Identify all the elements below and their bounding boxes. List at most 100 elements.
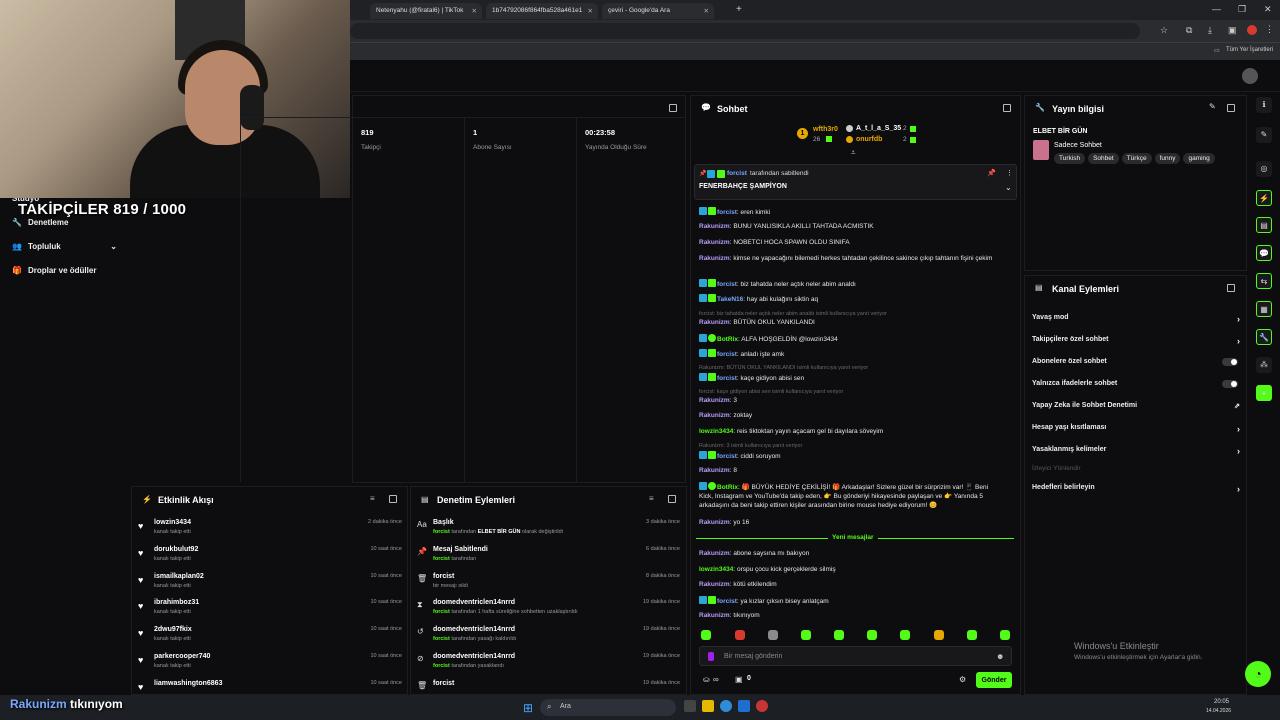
link-icon[interactable]: ⇆ xyxy=(1256,273,1272,289)
maximize-icon[interactable]: ❐ xyxy=(1238,4,1246,15)
close-icon[interactable]: ✕ xyxy=(472,7,477,15)
mod-action-name[interactable]: doomedventriclen14nrrd xyxy=(433,626,515,633)
mod-user[interactable]: forcist xyxy=(433,609,450,615)
new-tab-icon[interactable]: + xyxy=(736,4,742,15)
app-icon[interactable] xyxy=(756,700,768,712)
minimize-icon[interactable]: — xyxy=(1212,4,1221,14)
chat-username[interactable]: forcist xyxy=(717,351,737,358)
mic-icon[interactable] xyxy=(708,652,714,661)
account-age-row[interactable]: Hesap yaşı kısıtlaması › xyxy=(1032,424,1240,434)
mod-action-name[interactable]: forcist xyxy=(433,680,454,687)
send-button[interactable]: Gönder xyxy=(976,672,1012,688)
follower-name[interactable]: ibrahimboz31 xyxy=(154,599,199,606)
unpin-icon[interactable]: 📌 xyxy=(987,169,996,177)
banned-words-row[interactable]: Yasaklanmış kelimeler › xyxy=(1032,446,1240,456)
popout-icon[interactable] xyxy=(389,495,397,503)
wrench-icon[interactable]: 🔧 xyxy=(1256,329,1272,345)
goals-row[interactable]: Hedefleri belirleyin › xyxy=(1032,484,1240,494)
extensions-icon[interactable]: ⧉ xyxy=(1186,25,1192,36)
camera-icon[interactable]: ◎ xyxy=(1256,161,1272,177)
star-icon[interactable]: ☆ xyxy=(1160,25,1168,36)
mod-action-name[interactable]: forcist xyxy=(433,573,454,580)
sidebar-icon[interactable]: ▣ xyxy=(1228,25,1237,36)
task-view-icon[interactable] xyxy=(684,700,696,712)
chat-username[interactable]: Rakunizm xyxy=(699,319,730,326)
mod-action-name[interactable]: doomedventriclen14nrrd xyxy=(433,599,515,606)
download-icon[interactable]: ⤓ xyxy=(1208,25,1212,36)
chat-username[interactable]: forcist xyxy=(717,453,737,460)
mod-action-name[interactable]: doomedventriclen14nrrd xyxy=(433,653,515,660)
follower-name[interactable]: 2dwu97fkix xyxy=(154,626,192,633)
followers-only-row[interactable]: Takipçilere özel sohbet › xyxy=(1032,336,1240,346)
popout-icon[interactable] xyxy=(1227,104,1235,112)
follower-name[interactable]: parkercooper740 xyxy=(154,653,210,660)
chat-input[interactable]: Bir mesaj gönderin ☻ xyxy=(699,646,1012,666)
browser-tab-tiktok[interactable]: Netenyahu (@firatal6) | TikTok ✕ xyxy=(370,3,482,19)
subscribers-only-toggle[interactable] xyxy=(1222,358,1238,366)
chat-username[interactable]: Rakunizm xyxy=(699,239,730,246)
nav-item-drops[interactable]: 🎁 Droplar ve ödüller xyxy=(12,266,96,275)
taskbar-search[interactable]: ⌕ Ara xyxy=(540,699,676,716)
top-chatter-name[interactable]: onurfdb xyxy=(856,136,882,143)
follower-name[interactable]: liamwashington6863 xyxy=(154,680,222,687)
chat-username[interactable]: Rakunizm xyxy=(699,412,730,419)
chat-username[interactable]: BotRix xyxy=(717,336,738,343)
slow-mode-row[interactable]: Yavaş mod › xyxy=(1032,314,1240,324)
chat-username[interactable]: Rakunizm xyxy=(699,397,730,404)
all-bookmarks-link[interactable]: Tüm Yer İşaretleri xyxy=(1226,47,1273,53)
emote-icon[interactable] xyxy=(834,630,844,640)
settings-icon[interactable]: ⚙ xyxy=(959,675,966,684)
emote-icon[interactable] xyxy=(967,630,977,640)
popout-icon[interactable] xyxy=(1227,284,1235,292)
chat-username[interactable]: Rakunizm xyxy=(699,581,730,588)
emotes-only-toggle[interactable] xyxy=(1222,380,1238,388)
chat-icon[interactable]: 💬 xyxy=(1256,245,1272,261)
popout-icon[interactable] xyxy=(669,104,677,112)
emote-icon[interactable] xyxy=(1000,630,1010,640)
emote-icon[interactable] xyxy=(867,630,877,640)
emote-icon[interactable] xyxy=(801,630,811,640)
emote-icon[interactable] xyxy=(900,630,910,640)
follower-name[interactable]: dorukbulut92 xyxy=(154,546,198,553)
add-widget-icon[interactable]: + xyxy=(1256,385,1272,401)
file-explorer-icon[interactable] xyxy=(702,700,714,712)
people-icon[interactable]: ⁂ xyxy=(1256,357,1272,373)
close-icon[interactable]: ✕ xyxy=(588,7,593,15)
info-icon[interactable]: ℹ xyxy=(1256,97,1272,113)
filter-icon[interactable]: ≡ xyxy=(649,494,654,503)
follower-name[interactable]: ismailkaplan02 xyxy=(154,573,204,580)
more-icon[interactable]: ⋮ xyxy=(1006,169,1013,177)
chat-username[interactable]: Rakunizm xyxy=(699,467,730,474)
chevron-down-icon[interactable]: ⌄ xyxy=(1005,183,1012,192)
mod-user[interactable]: forcist xyxy=(433,529,450,535)
follower-name[interactable]: lowzin3434 xyxy=(154,519,191,526)
chat-username[interactable]: forcist xyxy=(717,281,737,288)
bolt-icon[interactable]: ⚡ xyxy=(1256,190,1272,206)
chat-username[interactable]: TakeN16 xyxy=(717,296,743,303)
chat-username[interactable]: Rakunizm xyxy=(699,519,730,526)
chat-username[interactable]: lowzin3434 xyxy=(699,566,733,573)
emote-icon[interactable] xyxy=(934,630,944,640)
edit-icon[interactable]: ✎ xyxy=(1209,102,1216,111)
chrome-icon[interactable] xyxy=(720,700,732,712)
filter-icon[interactable]: ≡ xyxy=(370,494,375,503)
profile-avatar[interactable] xyxy=(1247,25,1257,35)
emote-icon[interactable] xyxy=(735,630,745,640)
support-chat-icon[interactable]: ◔ xyxy=(1245,661,1271,687)
chat-username[interactable]: lowzin3434 xyxy=(699,428,733,435)
points-icon[interactable]: ⛀ xyxy=(703,675,710,684)
pencil-icon[interactable]: ✎ xyxy=(1256,127,1272,143)
pinned-by-user[interactable]: forcist xyxy=(727,170,747,177)
close-icon[interactable]: ✕ xyxy=(704,7,709,15)
chat-username[interactable]: Rakunizm xyxy=(699,550,730,557)
url-input[interactable] xyxy=(350,23,1140,39)
document-icon[interactable]: ▤ xyxy=(1256,217,1272,233)
chevron-down-icon[interactable]: ⩡ xyxy=(851,148,856,158)
windows-start-icon[interactable]: ⊞ xyxy=(523,701,533,715)
user-avatar[interactable] xyxy=(1242,68,1258,84)
store-icon[interactable] xyxy=(738,700,750,712)
browser-tab-google[interactable]: çeviri - Google'da Ara ✕ xyxy=(602,3,714,19)
nav-item-community[interactable]: 👥 Topluluk ⌄ xyxy=(12,242,117,251)
log-icon[interactable]: ▦ xyxy=(1256,301,1272,317)
nav-item-moderation[interactable]: 🔧 Denetleme xyxy=(12,218,68,227)
